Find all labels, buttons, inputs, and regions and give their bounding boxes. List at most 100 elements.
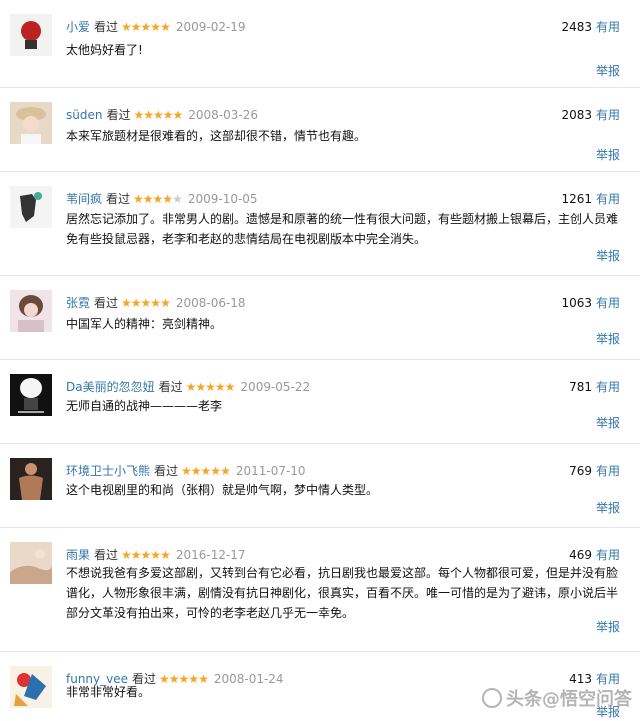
report-link[interactable]: 举报 [596,500,620,516]
avatar-image [10,666,52,708]
watermark-logo-icon [482,688,502,708]
avatar-image [10,542,52,584]
vote-area: 469 有用 [569,547,620,563]
username-link[interactable]: Da美丽的忽忽妞 [66,380,155,394]
review-item: 张霓 看过 ★★★★★ 2008-06-18 1063 有用 中国军人的精神：亮剑精神。… [0,276,640,360]
vote-count: 1063 [561,296,592,310]
user-avatar[interactable] [10,102,52,144]
useful-button[interactable]: 有用 [596,108,620,122]
rating-stars: ★★★★★ [133,107,183,123]
vote-area: 1261 有用 [561,191,620,207]
avatar-image [10,14,52,56]
username-link[interactable]: 苇间疯 [66,192,102,206]
user-avatar[interactable] [10,186,52,228]
report-link[interactable]: 举报 [596,248,620,264]
report-link[interactable]: 举报 [596,415,620,431]
rating-stars: ★★★★★ [121,295,171,311]
avatar-image [10,102,52,144]
rating-stars: ★★★★★ [133,191,183,207]
star-icons: ★★★★★ [133,108,183,122]
user-avatar[interactable] [10,374,52,416]
vote-area: 1063 有用 [561,295,620,311]
watermark-text: 头条@悟空问答 [506,689,632,710]
useful-button[interactable]: 有用 [596,20,620,34]
star-icons: ★★★★★ [121,296,171,310]
review-header: 小爱 看过 ★★★★★ 2009-02-19 [66,19,246,35]
review-date: 2011-07-10 [235,464,306,478]
useful-button[interactable]: 有用 [596,464,620,478]
review-date: 2009-02-19 [175,20,246,34]
username-link[interactable]: 小爱 [66,20,90,34]
star-icons: ★★★★★ [181,464,231,478]
review-header: Da美丽的忽忽妞 看过 ★★★★★ 2009-05-22 [66,379,310,395]
username-link[interactable]: 环境卫士小飞熊 [66,464,150,478]
review-text: 这个电视剧里的和尚（张桐）就是帅气啊，梦中情人类型。 [66,483,379,497]
rating-stars: ★★★★★ [185,379,236,395]
useful-button[interactable]: 有用 [596,192,620,206]
watched-label: 看过 [94,296,119,310]
vote-count: 469 [569,548,592,562]
vote-count: 781 [569,380,592,394]
report-link[interactable]: 举报 [596,147,620,163]
useful-button[interactable]: 有用 [596,296,620,310]
vote-count: 1261 [561,192,592,206]
star-icons: ★★★★ [133,192,173,206]
vote-count: 2083 [561,108,592,122]
username-link[interactable]: 张霓 [66,296,90,310]
vote-count: 769 [569,464,592,478]
review-item: süden 看过 ★★★★★ 2008-03-26 2083 有用 本来军旅题材是很难看… [0,88,640,172]
review-text: 本来军旅题材是很难看的，这部却很不错，情节也有趣。 [66,129,367,143]
empty-star-icons: ★ [172,192,183,206]
review-date: 2016-12-17 [175,548,246,562]
username-link[interactable]: süden [66,108,102,122]
review-text: 居然忘记添加了。非常男人的剧。遗憾是和原著的统一性有很大问题，有些题材搬上银幕后… [66,212,619,246]
user-avatar[interactable] [10,542,52,584]
review-header: 苇间疯 看过 ★★★★★ 2009-10-05 [66,191,258,207]
vote-area: 2083 有用 [561,107,620,123]
star-icons: ★★★★★ [121,548,171,562]
report-link[interactable]: 举报 [596,63,620,79]
review-header: 张霓 看过 ★★★★★ 2008-06-18 [66,295,246,311]
useful-button[interactable]: 有用 [596,380,620,394]
user-avatar[interactable] [10,14,52,56]
review-header: 环境卫士小飞熊 看过 ★★★★★ 2011-07-10 [66,463,306,479]
avatar-image [10,458,52,500]
user-avatar[interactable] [10,458,52,500]
report-link[interactable]: 举报 [596,331,620,347]
user-avatar[interactable] [10,290,52,332]
star-icons: ★★★★★ [121,20,171,34]
vote-count: 2483 [561,20,592,34]
avatar-image [10,290,52,332]
review-item: 雨果 看过 ★★★★★ 2016-12-17 469 有用 不想说我爸有多爱这部剧，又转… [0,528,640,652]
watched-label: 看过 [106,192,131,206]
review-text: 不想说我爸有多爱这部剧，又转到台有它必看，抗日剧我也最爱这部。每个人物都很可爱，… [66,566,619,620]
star-icons: ★★★★★ [185,380,236,394]
review-date: 2009-05-22 [240,380,311,394]
review-date: 2008-03-26 [188,108,259,122]
review-item: 小爱 看过 ★★★★★ 2009-02-19 2483 有用 太他妈好看了! 举报 [0,0,640,88]
report-link[interactable]: 举报 [596,619,620,635]
vote-area: 781 有用 [569,379,620,395]
watched-label: 看过 [94,20,119,34]
vote-area: 769 有用 [569,463,620,479]
useful-button[interactable]: 有用 [596,548,620,562]
rating-stars: ★★★★★ [121,547,171,563]
vote-area: 2483 有用 [561,19,620,35]
watermark: 头条@悟空问答 [482,685,632,711]
review-item: 环境卫士小飞熊 看过 ★★★★★ 2011-07-10 769 有用 这个电视剧里的和尚… [0,444,640,528]
rating-stars: ★★★★★ [121,19,171,35]
watched-label: 看过 [158,380,183,394]
review-item: Da美丽的忽忽妞 看过 ★★★★★ 2009-05-22 781 有用 无师自通的战神—… [0,360,640,444]
review-header: 雨果 看过 ★★★★★ 2016-12-17 [66,547,246,563]
review-date: 2008-06-18 [175,296,246,310]
user-avatar[interactable] [10,666,52,708]
watched-label: 看过 [94,548,119,562]
rating-stars: ★★★★★ [181,463,231,479]
review-text: 太他妈好看了! [66,43,143,57]
avatar-image [10,186,52,228]
username-link[interactable]: 雨果 [66,548,90,562]
avatar-image [10,374,52,416]
watched-label: 看过 [106,108,131,122]
review-text: 无师自通的战神————老李 [66,399,223,413]
review-date: 2009-10-05 [187,192,258,206]
